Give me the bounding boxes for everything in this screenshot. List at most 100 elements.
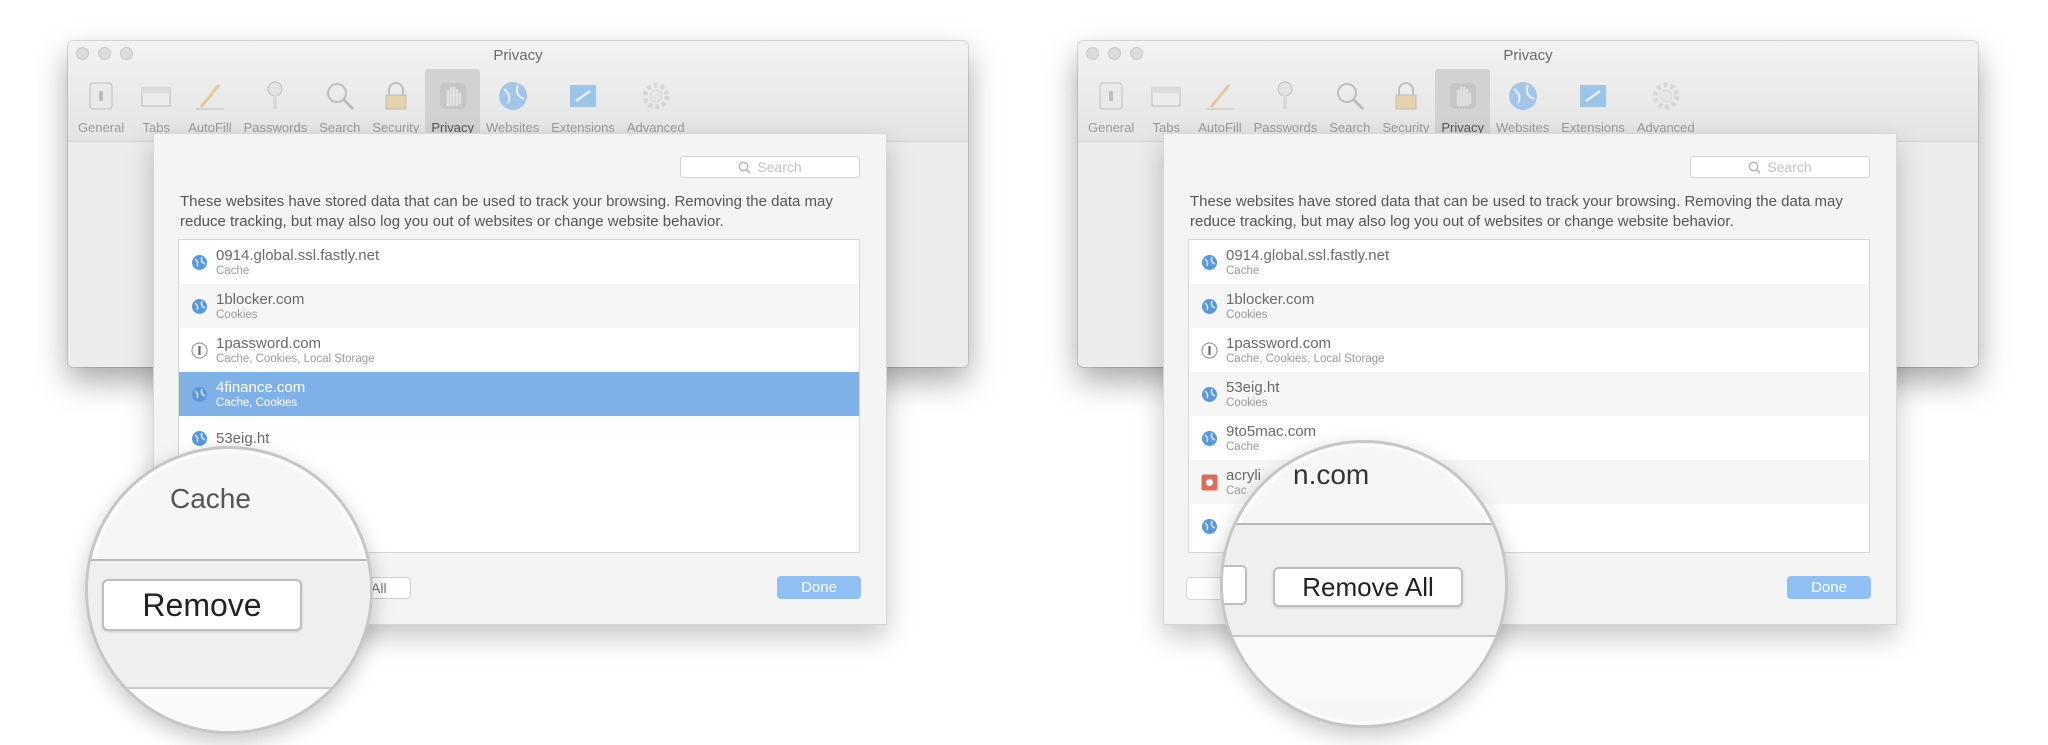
site-name: acryli	[1226, 466, 1262, 484]
prefs-toolbar: General Tabs AutoFill Passwords Search Securi…	[72, 69, 691, 139]
site-name: 9to5mac.com	[1226, 422, 1317, 440]
list-item[interactable]: 4finance.com Cache, Cookies	[179, 372, 859, 416]
loupe-site-text: n.com	[1293, 459, 1370, 490]
site-name: 53eig.ht	[1226, 378, 1280, 396]
search-placeholder: Search	[1767, 159, 1812, 175]
site-data-types: Cookies	[1226, 396, 1268, 409]
autofill-icon	[1200, 76, 1240, 116]
remove-button[interactable]: Remove	[102, 579, 302, 631]
list-item[interactable]: 1password.com Cache, Cookies, Local Stora…	[1189, 328, 1869, 372]
loupe-detail-text: Cache	[170, 483, 251, 514]
toolbar-item-search[interactable]: Search	[1323, 69, 1376, 139]
search-icon	[1748, 161, 1761, 174]
tabs-icon	[136, 76, 176, 116]
site-name: 0914.global.ssl.fastly.net	[1226, 246, 1390, 264]
list-item[interactable]: 9to5mac.com Cache	[1189, 416, 1869, 460]
loupe-footer	[88, 687, 370, 731]
1password-icon	[1201, 342, 1218, 359]
prefs-toolbar: General Tabs AutoFill Passwords Search Securi…	[1082, 69, 1701, 139]
puzzle-icon	[563, 76, 603, 116]
window-title: Privacy	[493, 47, 543, 64]
globe-icon	[191, 254, 208, 271]
globe-icon	[1201, 430, 1218, 447]
hand-icon	[433, 76, 473, 116]
remove-all-button[interactable]: Remove All	[1273, 567, 1463, 607]
globe-icon	[493, 76, 533, 116]
toolbar-item-advanced[interactable]: Advanced	[621, 69, 691, 139]
site-data-types: Cache, Cookies	[216, 396, 298, 409]
toolbar-item-search[interactable]: Search	[313, 69, 366, 139]
magnifier-loupe: n.com Remove All	[1220, 440, 1508, 728]
globe-icon	[191, 298, 208, 315]
site-data-types: Cookies	[216, 308, 258, 321]
site-name: 1blocker.com	[216, 290, 305, 308]
toolbar-item-passwords[interactable]: Passwords	[238, 69, 314, 139]
app-icon	[1201, 474, 1218, 491]
toolbar-item-extensions[interactable]: Extensions	[545, 69, 621, 139]
toolbar-item-extensions[interactable]: Extensions	[1555, 69, 1631, 139]
key-icon	[255, 76, 295, 116]
site-name: 1password.com	[1226, 334, 1332, 352]
done-button[interactable]: Done	[1787, 576, 1871, 599]
toolbar-item-general[interactable]: General	[1082, 69, 1140, 139]
sheet-description: These websites have stored data that can…	[1190, 193, 1843, 230]
toolbar-item-autofill[interactable]: AutoFill	[1192, 69, 1247, 139]
remove-button-stub	[1223, 565, 1247, 605]
toolbar-label: General	[1088, 120, 1135, 135]
done-button[interactable]: Done	[777, 576, 861, 599]
gear-icon	[1646, 76, 1686, 116]
site-name: 0914.global.ssl.fastly.net	[216, 246, 380, 264]
list-item[interactable]: 0914.global.ssl.fastly.net Cache	[1189, 240, 1869, 284]
list-item[interactable]: 1blocker.com Cookies	[1189, 284, 1869, 328]
globe-icon	[1503, 76, 1543, 116]
hand-icon	[1443, 76, 1483, 116]
search-icon	[320, 76, 360, 116]
globe-icon	[1201, 386, 1218, 403]
globe-icon	[191, 430, 208, 447]
titlebar: Privacy General Tabs AutoFill Passwords Sear…	[1078, 41, 1978, 142]
puzzle-icon	[1573, 76, 1613, 116]
toolbar-item-websites[interactable]: Websites	[480, 69, 545, 139]
search-field[interactable]: Search	[1690, 156, 1870, 178]
lock-icon	[376, 76, 416, 116]
globe-icon	[1201, 254, 1218, 271]
globe-icon	[1201, 298, 1218, 315]
toolbar-item-tabs[interactable]: Tabs	[1140, 69, 1192, 139]
toolbar-item-security[interactable]: Security	[366, 69, 425, 139]
loupe-footer	[1223, 635, 1505, 697]
site-data-types: Cache	[1226, 264, 1260, 277]
toolbar-item-privacy[interactable]: Privacy	[425, 69, 480, 139]
site-data-types: Cookies	[1226, 308, 1268, 321]
toolbar-item-security[interactable]: Security	[1376, 69, 1435, 139]
list-item[interactable]: 53eig.ht	[179, 416, 859, 460]
magnifier-loupe: Cache Remove	[85, 446, 373, 734]
general-icon	[1091, 76, 1131, 116]
toolbar-item-advanced[interactable]: Advanced	[1631, 69, 1701, 139]
toolbar-item-autofill[interactable]: AutoFill	[182, 69, 237, 139]
globe-icon	[191, 386, 208, 403]
list-item[interactable]: 1blocker.com Cookies	[179, 284, 859, 328]
toolbar-item-privacy[interactable]: Privacy	[1435, 69, 1490, 139]
right-panel: Privacy General Tabs AutoFill Passwords Sear…	[1010, 0, 2034, 745]
toolbar-item-general[interactable]: General	[72, 69, 130, 139]
site-name: 1blocker.com	[1226, 290, 1315, 308]
site-name: 53eig.ht	[216, 429, 270, 447]
search-placeholder: Search	[757, 159, 802, 175]
sheet-description: These websites have stored data that can…	[180, 193, 833, 230]
site-name: 1password.com	[216, 334, 322, 352]
list-item[interactable]: 0914.global.ssl.fastly.net Cache	[179, 240, 859, 284]
left-panel: Privacy General Tabs AutoFill Passwords Sear…	[0, 0, 1024, 745]
toolbar-label: General	[78, 120, 125, 135]
titlebar: Privacy General Tabs AutoFill Passwords Sear…	[68, 41, 968, 142]
window-title: Privacy	[1503, 47, 1553, 64]
toolbar-item-websites[interactable]: Websites	[1490, 69, 1555, 139]
search-icon	[1330, 76, 1370, 116]
toolbar-item-passwords[interactable]: Passwords	[1248, 69, 1324, 139]
search-field[interactable]: Search	[680, 156, 860, 178]
list-item[interactable]: 1password.com Cache, Cookies, Local Stora…	[179, 328, 859, 372]
site-data-types: Cache, Cookies, Local Storage	[1226, 352, 1385, 365]
tabs-icon	[1146, 76, 1186, 116]
toolbar-item-tabs[interactable]: Tabs	[130, 69, 182, 139]
site-data-types: Cache	[216, 264, 250, 277]
list-item[interactable]: 53eig.ht Cookies	[1189, 372, 1869, 416]
